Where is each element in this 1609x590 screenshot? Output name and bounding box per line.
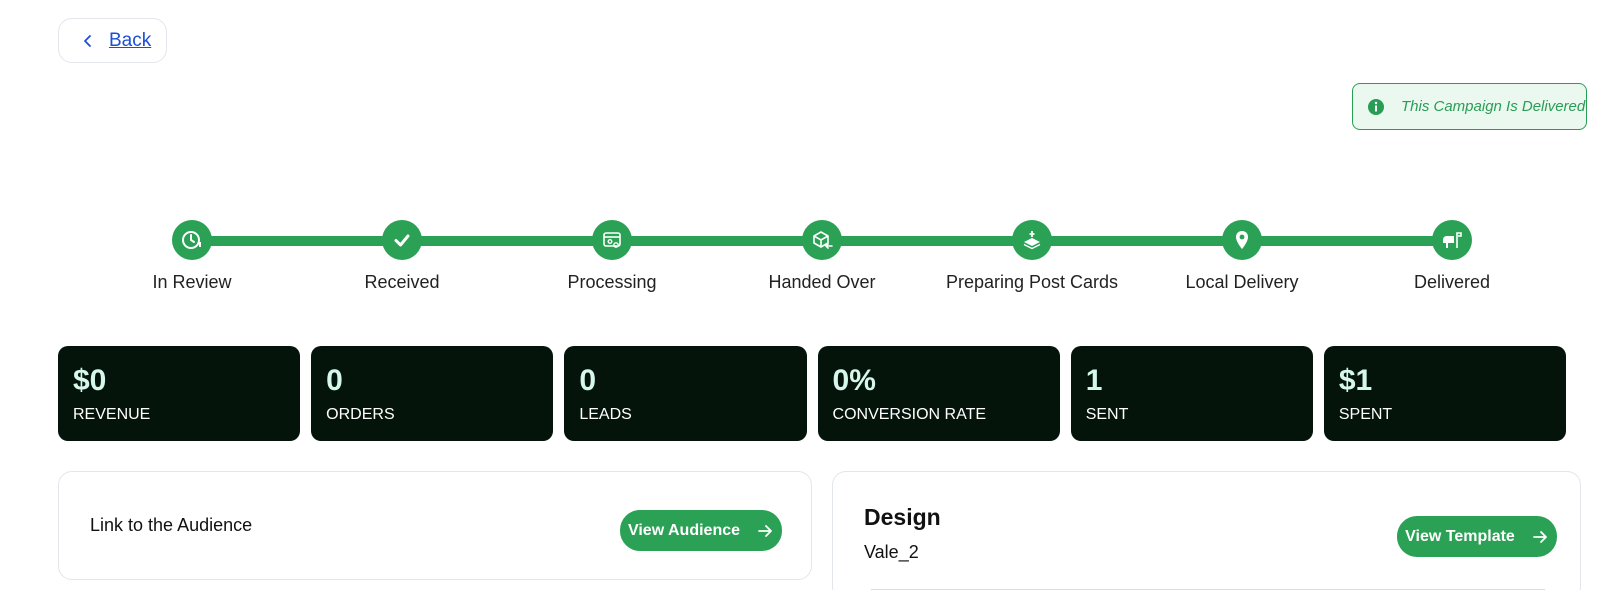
step-circle [172, 220, 212, 260]
stat-value: 0 [326, 364, 343, 397]
box-icon [813, 231, 833, 249]
view-audience-button[interactable]: View Audience [620, 510, 782, 551]
step-preparing-post-cards: Preparing Post Cards [932, 220, 1132, 293]
stat-card-orders: 0 ORDERS [311, 346, 554, 441]
gear-window-icon [603, 232, 621, 248]
stat-label: REVENUE [73, 406, 151, 423]
step-label: Local Delivery [1185, 272, 1299, 292]
design-card: Design Vale_2 View Template [832, 471, 1581, 590]
stat-value: $1 [1338, 364, 1373, 397]
step-circle [1012, 220, 1052, 260]
step-circle [1432, 220, 1472, 260]
stat-label: LEADS [579, 406, 632, 423]
view-template-label: View Template [1405, 527, 1515, 545]
audience-card: Link to the Audience View Audience [58, 471, 812, 580]
stat-card-revenue: $0 REVENUE [58, 346, 301, 441]
step-label: In Review [152, 272, 232, 292]
design-title: Design [864, 504, 941, 530]
arrow-right-icon [1532, 530, 1547, 543]
status-text: This Campaign Is Delivered [1401, 98, 1586, 115]
step-circle [382, 220, 422, 260]
view-audience-label: View Audience [627, 521, 741, 539]
stat-value: 1 [1085, 364, 1103, 397]
stats-row: $0 REVENUE 0 ORDERS 0 LEADS 0% CONVERSIO… [58, 346, 1567, 441]
stat-card-sent: 1 SENT [1070, 346, 1313, 441]
step-circle [802, 220, 842, 260]
stat-card-spent: $1 SPENT [1323, 346, 1567, 441]
step-label: Handed Over [768, 272, 876, 292]
stat-label: SPENT [1338, 406, 1393, 423]
back-label: Back [109, 29, 152, 51]
stat-card-leads: 0 LEADS [564, 346, 807, 441]
stat-label: ORDERS [326, 406, 395, 423]
step-label: Processing [567, 272, 657, 292]
back-button[interactable]: Back [58, 18, 167, 63]
check-icon [394, 234, 410, 247]
step-label: Delivered [1413, 272, 1491, 292]
clock-icon [182, 231, 201, 249]
step-label: Preparing Post Cards [945, 272, 1119, 292]
audience-link-label: Link to the Audience [90, 515, 253, 535]
arrow-right-icon [758, 524, 772, 537]
step-circle [592, 220, 632, 260]
postcards-icon [1023, 231, 1041, 250]
stat-label: CONVERSION RATE [832, 406, 987, 423]
stat-value: $0 [73, 364, 107, 397]
design-name: Vale_2 [864, 542, 919, 562]
map-pin-icon [1236, 231, 1248, 249]
step-in-review: In Review [92, 220, 292, 293]
stat-label: SENT [1085, 406, 1129, 423]
step-handed-over: Handed Over [722, 220, 922, 293]
step-delivered: Delivered [1352, 220, 1552, 293]
step-processing: Processing [512, 220, 712, 293]
view-template-button[interactable]: View Template [1397, 516, 1557, 557]
stat-value: 0% [832, 364, 876, 397]
stat-value: 0 [579, 364, 597, 397]
step-circle [1222, 220, 1262, 260]
campaign-status-badge: This Campaign Is Delivered [1352, 83, 1587, 130]
chevron-left-icon [84, 34, 91, 47]
stat-card-conversion-rate: 0% CONVERSION RATE [817, 346, 1060, 441]
step-local-delivery: Local Delivery [1142, 220, 1342, 293]
step-label: Received [364, 272, 440, 292]
step-received: Received [302, 220, 502, 293]
mailbox-icon [1443, 232, 1462, 248]
info-icon [1368, 98, 1384, 115]
